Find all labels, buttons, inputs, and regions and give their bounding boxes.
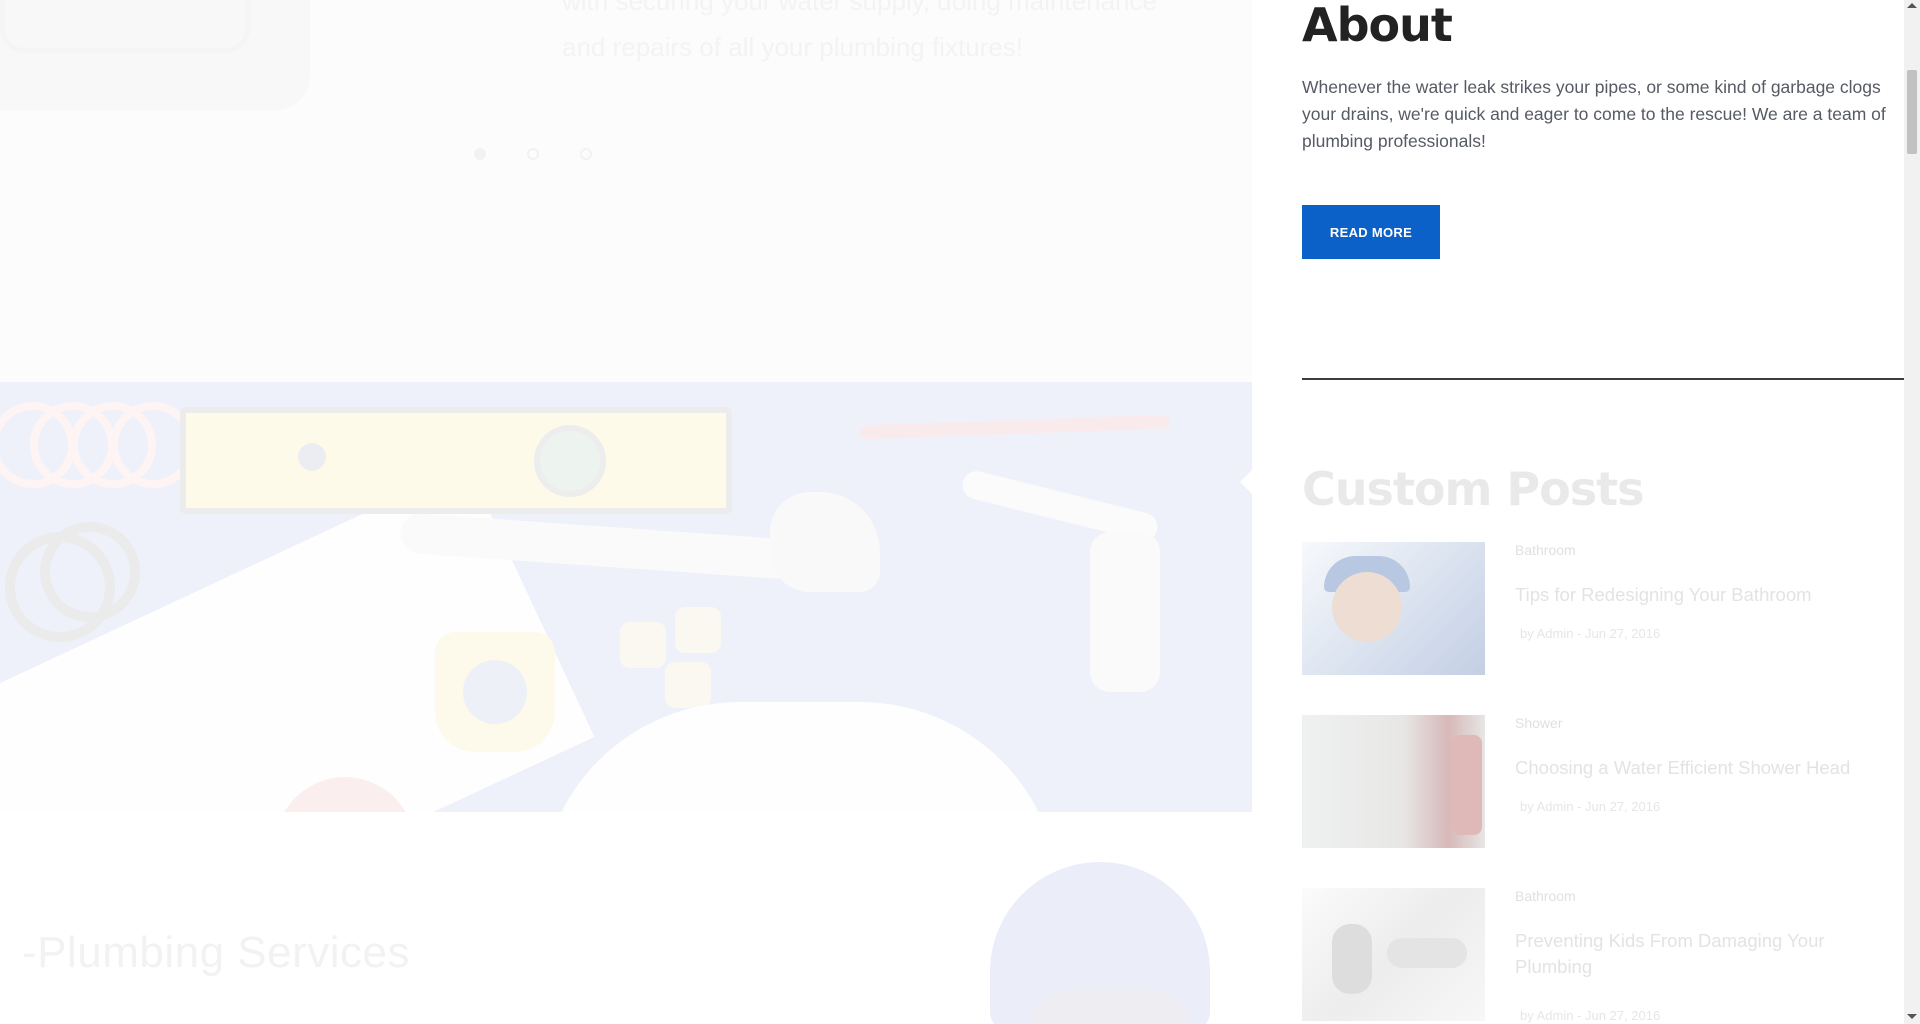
spirit-level <box>180 407 732 514</box>
post-title[interactable]: Choosing a Water Efficient Shower Head <box>1515 755 1895 781</box>
post-meta: by Admin - Jun 27, 2016 <box>1520 799 1661 814</box>
about-title: About <box>1302 0 1453 52</box>
hex-nut <box>665 662 711 708</box>
divider <box>1302 378 1904 380</box>
hex-nut <box>675 607 721 653</box>
pencil <box>859 414 1171 440</box>
o-ring <box>40 522 140 622</box>
hex-nut <box>620 622 666 668</box>
post-item[interactable]: Bathroom Preventing Kids From Damaging Y… <box>1302 888 1902 1023</box>
slider-dot-2[interactable] <box>527 148 539 160</box>
custom-posts-title: Custom Posts <box>1302 462 1644 516</box>
post-category[interactable]: Bathroom <box>1515 542 1576 558</box>
post-category[interactable]: Shower <box>1515 715 1562 731</box>
post-meta: by Admin - Jun 27, 2016 <box>1520 626 1661 641</box>
hero-slider: with securing your water supply, doing m… <box>0 0 1252 382</box>
post-thumbnail[interactable] <box>1302 542 1485 675</box>
background-page: with securing your water supply, doing m… <box>0 0 1252 1024</box>
slider-dot-3[interactable] <box>580 148 592 160</box>
panel-pointer <box>1240 470 1252 494</box>
scroll-up-icon[interactable] <box>1907 3 1917 8</box>
wrench-head <box>770 492 880 592</box>
post-item[interactable]: Shower Choosing a Water Efficient Shower… <box>1302 715 1902 849</box>
scrollbar-thumb[interactable] <box>1907 70 1917 154</box>
post-item[interactable]: Bathroom Tips for Redesigning Your Bathr… <box>1302 542 1902 676</box>
post-category[interactable]: Bathroom <box>1515 888 1576 904</box>
worker-face <box>1030 990 1190 1024</box>
post-meta: by Admin - Jun 27, 2016 <box>1520 1008 1661 1023</box>
post-title[interactable]: Tips for Redesigning Your Bathroom <box>1515 582 1895 608</box>
hero-text: with securing your water supply, doing m… <box>562 0 1157 62</box>
post-thumbnail[interactable] <box>1302 715 1485 848</box>
read-more-button[interactable]: READ MORE <box>1302 205 1440 259</box>
post-thumbnail[interactable] <box>1302 888 1485 1021</box>
plumbing-tools-image <box>0 382 1252 812</box>
hero-image <box>0 0 310 110</box>
slider-dot-1[interactable] <box>474 148 486 160</box>
faucet <box>959 468 1210 692</box>
section-title-plumbing-services: -Plumbing Services <box>22 928 411 977</box>
pipe-fitting <box>435 632 555 752</box>
tape-roll <box>540 702 1060 812</box>
post-title[interactable]: Preventing Kids From Damaging Your Plumb… <box>1515 928 1895 980</box>
about-text: Whenever the water leak strikes your pip… <box>1302 77 1886 151</box>
slider-dots <box>474 148 592 160</box>
scroll-down-icon[interactable] <box>1907 1014 1917 1019</box>
